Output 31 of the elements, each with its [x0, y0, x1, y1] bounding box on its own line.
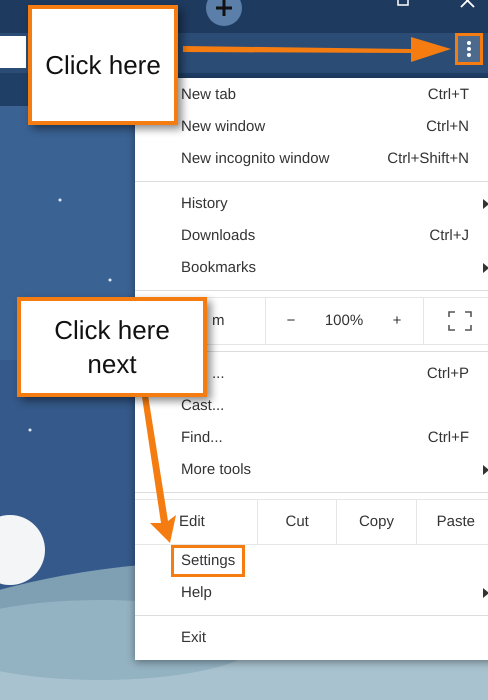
- menu-item[interactable]: Help: [181, 583, 212, 603]
- menu-item[interactable]: Exit: [181, 628, 206, 648]
- shortcut-label: Ctrl+T: [428, 84, 469, 105]
- edit-action-button[interactable]: Cut: [257, 500, 336, 544]
- fullscreen-icon[interactable]: [448, 311, 472, 331]
- zoom-in-button[interactable]: +: [372, 310, 422, 332]
- menu-item[interactable]: New window: [181, 117, 266, 137]
- menu-button[interactable]: [455, 33, 483, 65]
- menu-item[interactable]: More tools: [181, 460, 252, 480]
- menu-item[interactable]: Cast...: [181, 396, 224, 416]
- more-icon: [467, 41, 471, 57]
- menu-item[interactable]: ...: [212, 362, 225, 386]
- menu-item[interactable]: History: [181, 194, 228, 214]
- shortcut-label: Ctrl+P: [426, 364, 469, 384]
- shortcut-label: Ctrl+J: [429, 226, 469, 246]
- plus-icon: [215, 0, 233, 17]
- zoom-out-button[interactable]: −: [266, 310, 316, 332]
- shortcut-label: Ctrl+F: [428, 428, 469, 448]
- shortcut-label: Ctrl+N: [426, 116, 469, 137]
- menu-item[interactable]: Find...: [181, 428, 223, 448]
- edit-action-button[interactable]: Paste: [416, 500, 488, 544]
- edit-action-button[interactable]: Copy: [336, 500, 416, 544]
- callout-box: Click here: [28, 5, 178, 125]
- menu-item[interactable]: New incognito window: [181, 149, 330, 169]
- zoom-level: 100%: [324, 310, 364, 331]
- callout-box: Click here next: [17, 297, 207, 397]
- menu-item[interactable]: Bookmarks: [181, 258, 256, 278]
- shortcut-label: Ctrl+Shift+N: [387, 148, 469, 169]
- menu-item[interactable]: Settings: [171, 545, 246, 577]
- menu-item[interactable]: Downloads: [181, 226, 256, 246]
- menu-item[interactable]: New tab: [181, 85, 236, 105]
